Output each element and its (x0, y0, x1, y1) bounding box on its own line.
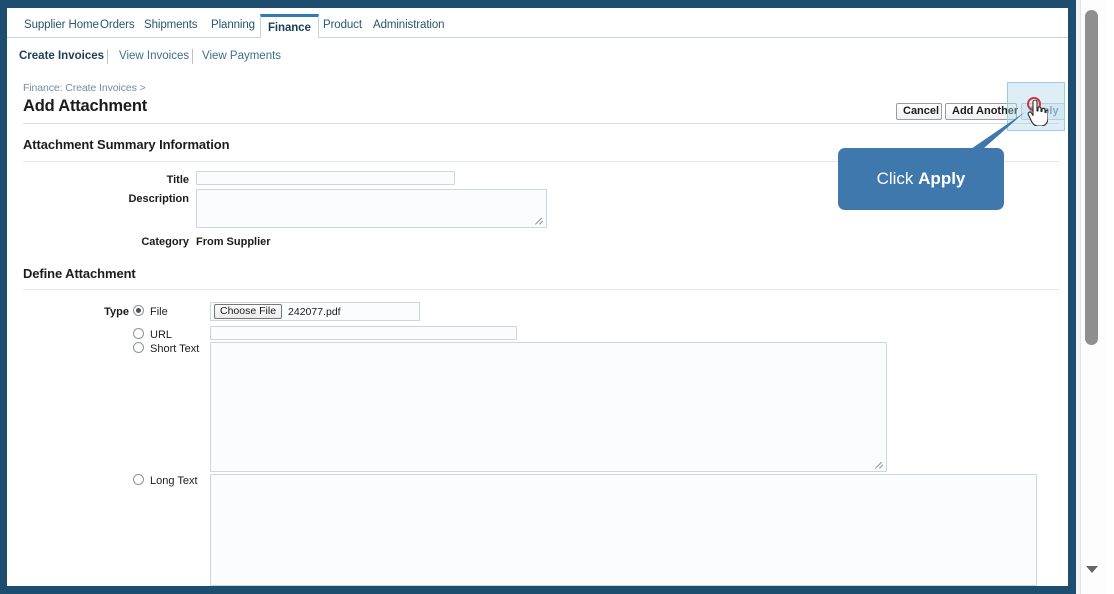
category-value: From Supplier (196, 236, 271, 248)
app-screenshot: Supplier Home Orders Shipments Planning … (0, 0, 1114, 594)
secondary-navigation: Create Invoices View Invoices View Payme… (7, 46, 1068, 68)
url-input[interactable] (210, 326, 517, 340)
attachment-summary-heading: Attachment Summary Information (23, 137, 230, 152)
nav-tab-administration[interactable]: Administration (366, 14, 451, 37)
type-radio-long-text[interactable] (133, 474, 144, 485)
page-title: Add Attachment (23, 97, 148, 115)
breadcrumb[interactable]: Finance: Create Invoices > (23, 82, 146, 94)
type-label: Type (104, 306, 129, 318)
category-label: Category (141, 236, 189, 248)
nav-tab-planning[interactable]: Planning (204, 14, 262, 37)
page-scrollbar-thumb[interactable] (1085, 10, 1098, 345)
subnav-separator (107, 49, 108, 64)
instruction-callout-text: Click Apply (838, 148, 1004, 210)
description-textarea[interactable] (197, 190, 546, 227)
callout-emphasis: Apply (918, 169, 966, 188)
type-radio-short-text-label[interactable]: Short Text (150, 343, 199, 355)
short-text-textarea[interactable] (211, 343, 886, 471)
header-divider (23, 123, 1059, 124)
type-radio-short-text[interactable] (133, 342, 144, 353)
type-radio-url[interactable] (133, 328, 144, 339)
long-text-textarea[interactable] (211, 475, 1036, 585)
instruction-callout: Click Apply (838, 148, 1004, 210)
type-radio-file-label[interactable]: File (150, 306, 168, 318)
subnav-view-payments[interactable]: View Payments (202, 46, 281, 66)
type-radio-file[interactable] (133, 305, 144, 316)
page-content: Supplier Home Orders Shipments Planning … (7, 8, 1068, 586)
description-label: Description (128, 193, 189, 205)
type-radio-long-text-label[interactable]: Long Text (150, 475, 198, 487)
subnav-create-invoices[interactable]: Create Invoices (19, 46, 104, 66)
file-input-control[interactable]: Choose File 242077.pdf (210, 302, 420, 321)
define-attachment-heading: Define Attachment (23, 266, 136, 281)
cancel-button[interactable]: Cancel (896, 103, 942, 120)
hand-cursor-icon (1027, 100, 1048, 126)
long-text-textarea-wrapper (210, 474, 1037, 586)
subnav-separator (192, 49, 193, 64)
window-frame-left (0, 0, 7, 594)
callout-prefix: Click (876, 169, 919, 188)
primary-navigation: Supplier Home Orders Shipments Planning … (7, 14, 1068, 38)
define-attachment-divider (23, 289, 1059, 290)
window-frame-right (1068, 0, 1076, 594)
description-textarea-wrapper (196, 189, 547, 228)
nav-tab-shipments[interactable]: Shipments (137, 14, 204, 37)
subnav-view-invoices[interactable]: View Invoices (119, 46, 189, 66)
window-frame-bottom (0, 586, 1076, 594)
nav-tab-product[interactable]: Product (316, 14, 369, 37)
scroll-down-arrow-icon[interactable] (1086, 566, 1098, 573)
title-label: Title (166, 174, 189, 186)
window-frame-top (0, 0, 1076, 8)
chosen-file-name: 242077.pdf (288, 305, 341, 318)
title-input[interactable] (196, 171, 455, 185)
short-text-textarea-wrapper (210, 342, 887, 472)
type-radio-url-label[interactable]: URL (150, 329, 172, 341)
nav-tab-finance[interactable]: Finance (260, 14, 319, 38)
outer-right-margin (1106, 0, 1114, 594)
nav-tab-orders[interactable]: Orders (93, 14, 142, 37)
choose-file-button[interactable]: Choose File (214, 304, 283, 319)
